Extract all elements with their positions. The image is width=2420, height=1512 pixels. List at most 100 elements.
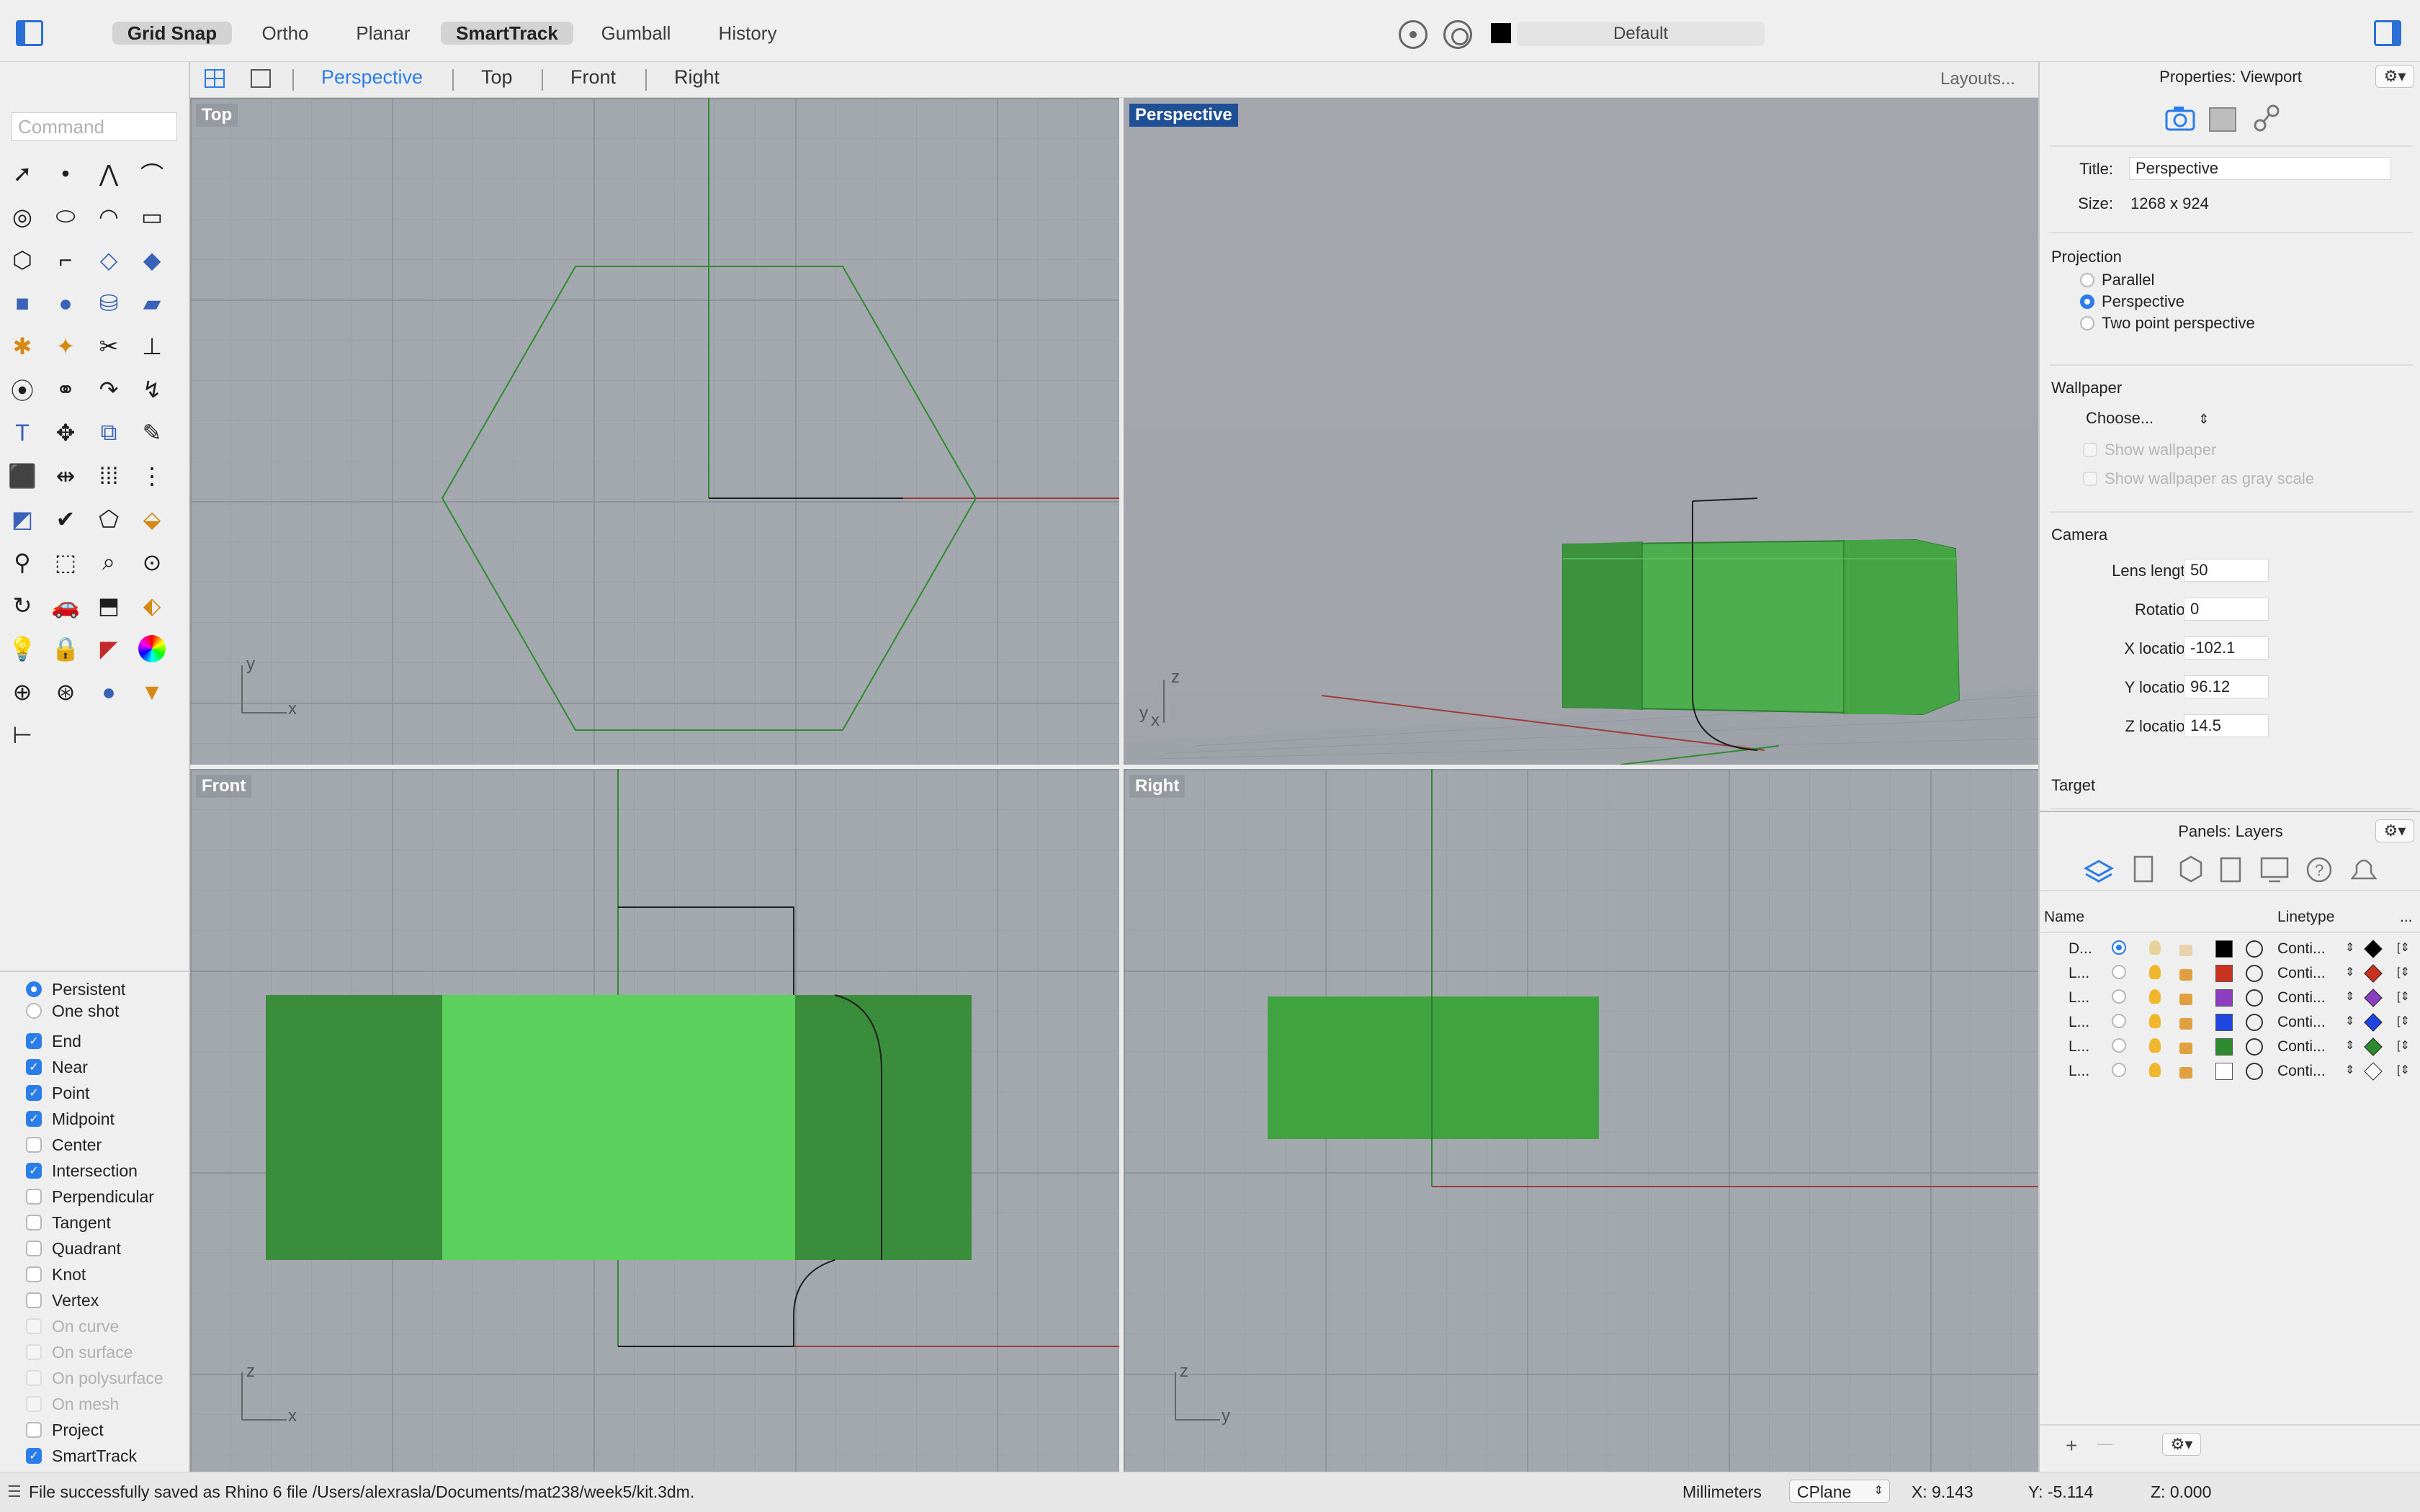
viewport-top-label[interactable]: Top bbox=[196, 104, 238, 127]
four-view-layout-icon[interactable] bbox=[203, 68, 226, 89]
layer-row[interactable]: L... Conti... ⇕ [⇕ bbox=[2040, 1034, 2420, 1058]
document-icon[interactable] bbox=[2133, 855, 2154, 883]
link-icon[interactable] bbox=[2254, 104, 2280, 132]
sphere-icon[interactable]: ● bbox=[49, 287, 82, 320]
single-view-layout-icon[interactable] bbox=[249, 68, 272, 89]
osnap-on-surface-checkbox[interactable]: On surface bbox=[26, 1341, 133, 1364]
layer-linetype[interactable]: Conti... bbox=[2277, 989, 2326, 1007]
ellipse-icon[interactable]: ⬭ bbox=[49, 200, 82, 233]
layer-color-swatch[interactable] bbox=[2215, 940, 2233, 958]
layer-col-name[interactable]: Name bbox=[2044, 909, 2084, 926]
layer-more-icon[interactable]: [⇕ bbox=[2397, 1014, 2410, 1028]
layer-current-radio[interactable] bbox=[2112, 989, 2126, 1004]
viewport-front[interactable]: z x Front bbox=[190, 769, 1119, 1472]
walkabout-icon[interactable]: 🚗 bbox=[49, 589, 82, 622]
paint-icon[interactable]: ⬙ bbox=[135, 503, 169, 536]
polyline-icon[interactable]: ⋀ bbox=[92, 157, 125, 190]
layer-material-circle-icon[interactable] bbox=[2246, 1063, 2263, 1080]
units-label[interactable]: Millimeters bbox=[1682, 1482, 1762, 1502]
projection-two-point-radio[interactable]: Two point perspective bbox=[2080, 312, 2255, 334]
layer-print-color-diamond-icon[interactable] bbox=[2364, 989, 2383, 1007]
layer-print-color-diamond-icon[interactable] bbox=[2364, 1062, 2383, 1081]
layer-current-radio[interactable] bbox=[2112, 1063, 2126, 1077]
layer-material-circle-icon[interactable] bbox=[2246, 940, 2263, 958]
plugin-icon[interactable]: ⊢ bbox=[6, 719, 39, 752]
curve-icon[interactable]: ⌒ bbox=[135, 157, 169, 190]
layer-lock-icon[interactable] bbox=[2179, 1067, 2192, 1079]
display-icon[interactable] bbox=[2260, 857, 2289, 883]
zoom-window-icon[interactable]: ⬚ bbox=[49, 546, 82, 579]
join-icon[interactable]: ⚭ bbox=[49, 373, 82, 406]
properties-gear-icon[interactable]: ⚙▾ bbox=[2375, 65, 2414, 88]
gumball-toggle[interactable]: Gumball bbox=[591, 22, 681, 45]
cplane-icon[interactable]: ⬒ bbox=[92, 589, 125, 622]
render-sphere-icon[interactable]: ● bbox=[92, 675, 125, 708]
layer-name[interactable]: D... bbox=[2069, 940, 2092, 958]
osnap-near-checkbox[interactable]: ✓ Near bbox=[26, 1056, 88, 1079]
script-icon[interactable] bbox=[2220, 857, 2241, 883]
surface-from-points-icon[interactable]: ◇ bbox=[92, 243, 125, 276]
layer-name[interactable]: L... bbox=[2069, 965, 2089, 982]
point-icon[interactable]: • bbox=[49, 157, 82, 190]
zoom-extents-icon[interactable]: ⌕ bbox=[92, 546, 125, 579]
arc-icon[interactable]: ◠ bbox=[92, 200, 125, 233]
layer-name[interactable]: L... bbox=[2069, 1014, 2089, 1031]
osnap-oneshot-radio[interactable]: One shot bbox=[26, 999, 119, 1022]
toggle-left-panel-icon[interactable] bbox=[16, 20, 43, 46]
osnap-midpoint-checkbox[interactable]: ✓ Midpoint bbox=[26, 1107, 115, 1130]
osnap-persistent-radio[interactable]: Persistent bbox=[26, 978, 125, 1001]
layer-lock-icon[interactable] bbox=[2179, 945, 2192, 956]
layer-current-radio[interactable] bbox=[2112, 940, 2126, 955]
layer-print-color-diamond-icon[interactable] bbox=[2364, 1013, 2383, 1032]
solid-edit-icon[interactable]: ⬛ bbox=[6, 459, 39, 492]
hamburger-menu-icon[interactable]: ☰ bbox=[7, 1482, 22, 1501]
cylinder-icon[interactable]: ⛁ bbox=[92, 287, 125, 320]
zoom-selected-icon[interactable]: ⊙ bbox=[135, 546, 169, 579]
current-layer-field[interactable]: Default bbox=[1517, 22, 1765, 46]
layer-material-circle-icon[interactable] bbox=[2246, 989, 2263, 1007]
layer-name[interactable]: L... bbox=[2069, 1038, 2089, 1056]
layers-bottom-gear-icon[interactable]: ⚙▾ bbox=[2162, 1433, 2201, 1456]
edit-icon[interactable]: ✎ bbox=[135, 416, 169, 449]
viewport-title-input[interactable]: Perspective bbox=[2129, 157, 2391, 180]
layer-print-color-diamond-icon[interactable] bbox=[2364, 1038, 2383, 1056]
osnap-on-curve-checkbox[interactable]: On curve bbox=[26, 1315, 119, 1338]
dimension-icon[interactable]: ⇹ bbox=[49, 459, 82, 492]
help-icon[interactable]: ? bbox=[2306, 857, 2332, 883]
explode-icon[interactable]: ✦ bbox=[49, 330, 82, 363]
layer-material-circle-icon[interactable] bbox=[2246, 1038, 2263, 1056]
filter-icon[interactable] bbox=[1443, 20, 1472, 49]
layer-more-icon[interactable]: [⇕ bbox=[2397, 940, 2410, 955]
layer-linetype[interactable]: Conti... bbox=[2277, 1063, 2326, 1080]
layer-visible-bulb-icon[interactable] bbox=[2149, 965, 2161, 979]
layer-row[interactable]: L... Conti... ⇕ [⇕ bbox=[2040, 960, 2420, 985]
osnap-intersection-checkbox[interactable]: ✓ Intersection bbox=[26, 1159, 138, 1182]
camera-field-input[interactable]: 50 bbox=[2184, 559, 2269, 582]
layer-linetype[interactable]: Conti... bbox=[2277, 1014, 2326, 1031]
text-icon[interactable]: T bbox=[6, 416, 39, 449]
osnap-smarttrack-checkbox[interactable]: ✓ SmartTrack bbox=[26, 1444, 137, 1467]
analyze-icon[interactable]: ◩ bbox=[6, 503, 39, 536]
camera-field-input[interactable]: 14.5 bbox=[2184, 714, 2269, 737]
layer-color-swatch[interactable] bbox=[2215, 989, 2233, 1007]
select-arrow-icon[interactable]: ➚ bbox=[6, 157, 39, 190]
layer-row[interactable]: L... Conti... ⇕ [⇕ bbox=[2040, 1009, 2420, 1034]
grid-snap-toggle[interactable]: Grid Snap bbox=[112, 22, 232, 45]
layouts-button[interactable]: Layouts... bbox=[1940, 69, 2015, 89]
layer-visible-bulb-icon[interactable] bbox=[2149, 1014, 2161, 1028]
toggle-right-panel-icon[interactable] bbox=[2374, 20, 2401, 46]
layer-current-radio[interactable] bbox=[2112, 1014, 2126, 1028]
boolean-icon[interactable]: ✱ bbox=[6, 330, 39, 363]
viewport-front-label[interactable]: Front bbox=[196, 775, 252, 798]
layer-material-circle-icon[interactable] bbox=[2246, 1014, 2263, 1031]
tab-top[interactable]: Top bbox=[481, 66, 513, 89]
layer-more-icon[interactable]: [⇕ bbox=[2397, 965, 2410, 979]
camera-field-input[interactable]: 96.12 bbox=[2184, 675, 2269, 698]
layer-color-swatch[interactable] bbox=[2215, 1063, 2233, 1080]
command-input[interactable] bbox=[12, 112, 177, 141]
layer-lock-icon[interactable] bbox=[2179, 1043, 2192, 1054]
viewport-perspective-label[interactable]: Perspective bbox=[1129, 104, 1238, 127]
viewport-right-label[interactable]: Right bbox=[1129, 775, 1186, 798]
spotlight-icon[interactable]: ▼ bbox=[135, 675, 169, 708]
planar-toggle[interactable]: Planar bbox=[343, 22, 424, 45]
